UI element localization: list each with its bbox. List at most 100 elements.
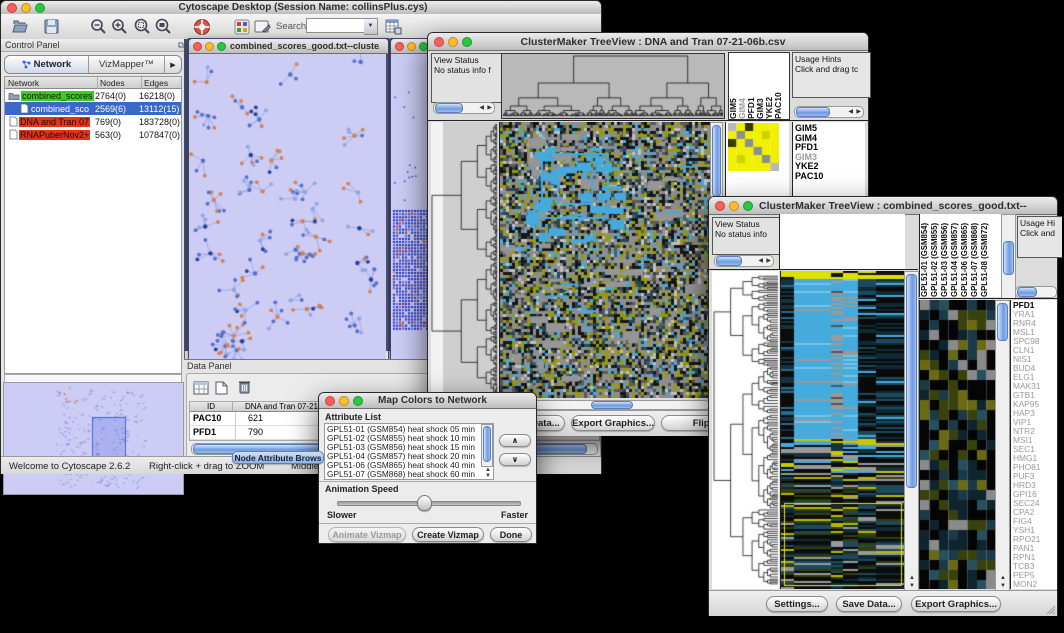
treeview-combined-titlebar[interactable]: ClusterMaker TreeView : combined_scores_…	[709, 197, 1057, 215]
column-label[interactable]: GPL51-01 (GSM854)	[920, 214, 930, 297]
zoom-matrix-canvas[interactable]	[728, 123, 779, 171]
row-dendrogram-canvas[interactable]	[712, 271, 779, 589]
gene-label[interactable]: FIG4	[1013, 517, 1057, 526]
network-view-titlebar[interactable]: combined_scores_good.txt--cluste...	[189, 39, 388, 54]
window-controls[interactable]	[395, 42, 428, 51]
help-icon[interactable]	[192, 17, 211, 36]
usage-hints-hscrollbar[interactable]	[1015, 286, 1057, 298]
gene-label[interactable]: HAP3	[1013, 409, 1057, 418]
col-header-network[interactable]: Network	[5, 77, 98, 89]
gene-label[interactable]: MSI1	[1013, 436, 1057, 445]
gene-label[interactable]: GIM4	[795, 134, 865, 144]
view-status-hscrollbar[interactable]: ◀▶	[433, 102, 495, 114]
new-attribute-icon[interactable]	[212, 378, 231, 397]
navigator-canvas[interactable]	[4, 383, 181, 492]
zoom-heatmap-canvas[interactable]	[919, 300, 996, 589]
column-dendrogram-canvas[interactable]	[501, 53, 725, 119]
zoom-out-icon[interactable]	[89, 17, 108, 36]
settings-button[interactable]: Settings...	[766, 596, 828, 612]
gene-label[interactable]: RPO21	[1013, 535, 1057, 544]
heatmap-canvas[interactable]	[499, 122, 710, 398]
gene-label[interactable]: MON2	[1013, 580, 1057, 589]
window-controls[interactable]	[7, 3, 45, 13]
window-controls[interactable]	[434, 37, 472, 47]
export-graphics-button[interactable]: Export Graphics...	[571, 415, 655, 431]
gene-label[interactable]: TCB3	[1013, 562, 1057, 571]
gene-label[interactable]: SPC98	[1013, 337, 1057, 346]
column-labels[interactable]: GPL51-01 (GSM854)GPL51-02 (GSM855)GPL51-…	[919, 214, 1002, 297]
import-table-icon[interactable]	[384, 17, 403, 36]
network-row[interactable]: DNA and Tran 07769(0)183728(0)	[5, 115, 181, 128]
gene-label[interactable]: HRD3	[1013, 481, 1057, 490]
zoom-heatmap-vscrollbar[interactable]: ▲▼	[995, 300, 1010, 591]
data-table-icon[interactable]	[191, 378, 210, 397]
gene-label[interactable]: GPI16	[1013, 490, 1057, 499]
gene-label[interactable]: BUD4	[1013, 364, 1057, 373]
network-row[interactable]: combined_sco2569(6)13112(15)	[5, 102, 181, 115]
heatmap-vscrollbar[interactable]: ▲▼	[904, 271, 919, 591]
export-graphics-button[interactable]: Export Graphics...	[911, 596, 1001, 612]
gene-label[interactable]: RNR4	[1013, 319, 1057, 328]
col-header-edges[interactable]: Edges	[142, 77, 181, 89]
window-controls[interactable]	[193, 42, 226, 51]
create-vizmap-button[interactable]: Create Vizmap	[412, 527, 484, 542]
gene-label[interactable]: SEC1	[1013, 445, 1057, 454]
column-label[interactable]: GPL51-08 (GSM872)	[980, 214, 990, 297]
search-input[interactable]	[306, 18, 368, 33]
gene-label[interactable]: MAK31	[1013, 382, 1057, 391]
attribute-list-item[interactable]: GPL51-07 (GSM868) heat shock 60 min	[327, 470, 491, 479]
map-colors-titlebar[interactable]: Map Colors to Network	[319, 393, 536, 409]
gene-label[interactable]: VIP1	[1013, 418, 1057, 427]
gene-label[interactable]: KAP95	[1013, 400, 1057, 409]
zoom-selected-icon[interactable]	[132, 17, 151, 36]
view-status-hscrollbar[interactable]: ◀▶	[714, 255, 774, 267]
window-controls[interactable]	[715, 201, 753, 211]
search-dropdown-arrow[interactable]: ▼	[364, 18, 378, 35]
column-label[interactable]: GPL51-06 (GSM865)	[960, 214, 970, 297]
attribute-list-vscrollbar[interactable]	[481, 424, 493, 467]
delete-attribute-icon[interactable]	[235, 377, 254, 396]
gene-label[interactable]: HMG1	[1013, 454, 1057, 463]
gene-label[interactable]: YRA1	[1013, 310, 1057, 319]
save-session-icon[interactable]	[42, 17, 61, 36]
column-label[interactable]: GPL51-02 (GSM855)	[930, 214, 940, 297]
gene-label[interactable]: MSL1	[1013, 328, 1057, 337]
gene-label[interactable]: PUF3	[1013, 472, 1057, 481]
column-label[interactable]: GPL51-03 (GSM856)	[940, 214, 950, 297]
resize-grip-icon[interactable]	[1044, 603, 1056, 615]
network-row[interactable]: RNAPuberNov2+563(0)107847(0)	[5, 128, 181, 141]
row-dendrogram-canvas[interactable]	[431, 122, 498, 398]
network-navigator[interactable]	[3, 382, 184, 495]
gene-label[interactable]: PAN1	[1013, 544, 1057, 553]
gene-label[interactable]: NTR2	[1013, 427, 1057, 436]
gene-label[interactable]: NIS1	[1013, 355, 1057, 364]
attribute-list[interactable]: GPL51-01 (GSM854) heat shock 05 minGPL51…	[324, 423, 494, 480]
vizmapper-icon[interactable]	[232, 17, 251, 36]
gene-label[interactable]: YSH1	[1013, 526, 1057, 535]
gene-label-list[interactable]: PFD1YRA1RNR4MSL1SPC98CLN1NIS1BUD4ELG1MAK…	[1010, 300, 1057, 589]
network-row[interactable]: combined_scores2764(0)16218(0)	[5, 89, 181, 102]
column-label[interactable]: GPL51-07 (GSM868)	[970, 214, 980, 297]
gene-label[interactable]: SEC24	[1013, 499, 1057, 508]
gene-label[interactable]: YKE2	[795, 162, 865, 172]
tab-overflow-button[interactable]: ▶	[164, 56, 181, 73]
network-view-canvas[interactable]	[189, 54, 386, 360]
move-down-button[interactable]: ∨	[499, 453, 531, 466]
gene-label[interactable]: PFD1	[1013, 301, 1057, 310]
gene-label[interactable]: PAC10	[795, 172, 865, 182]
done-button[interactable]: Done	[490, 527, 532, 542]
column-labels-vscrollbar[interactable]	[1001, 214, 1016, 299]
column-label[interactable]: PAC10	[774, 53, 783, 119]
annotation-icon[interactable]	[253, 17, 272, 36]
treeview-dna-titlebar[interactable]: ClusterMaker TreeView : DNA and Tran 07-…	[428, 33, 868, 51]
column-labels[interactable]: GIM5GIM4PFD1GIM3YKE2PAC10	[728, 52, 790, 120]
animation-speed-slider-thumb[interactable]	[417, 495, 432, 511]
move-up-button[interactable]: ∧	[499, 434, 531, 447]
col-header-nodes[interactable]: Nodes	[98, 77, 142, 89]
gene-label[interactable]: PFD1	[795, 143, 865, 153]
tab-vizmapper[interactable]: VizMapper™	[89, 56, 164, 73]
usage-hints-hscrollbar[interactable]: ◀▶	[794, 106, 864, 118]
gene-label[interactable]: GTB1	[1013, 391, 1057, 400]
column-label[interactable]: GPL51-04 (GSM857)	[950, 214, 960, 297]
gene-label[interactable]: GIM3	[795, 153, 865, 163]
